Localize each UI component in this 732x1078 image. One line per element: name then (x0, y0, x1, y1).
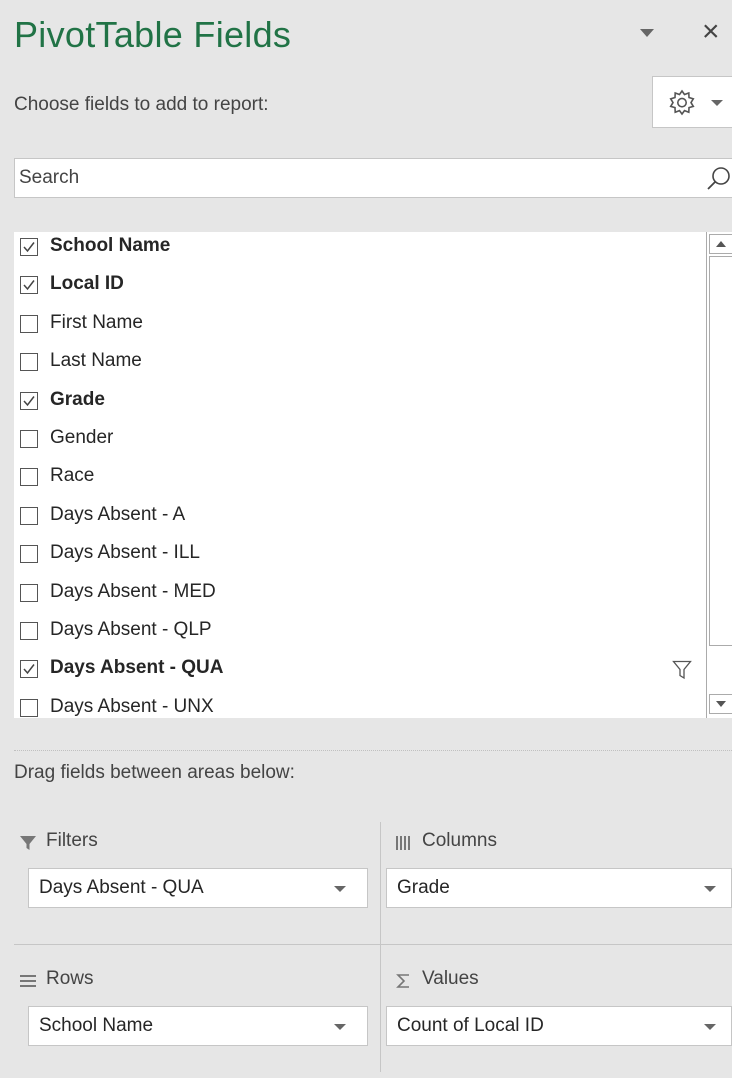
field-list-scrollbar[interactable] (706, 232, 732, 718)
drag-fields-label: Drag fields between areas below: (14, 762, 295, 783)
choose-fields-label: Choose fields to add to report: (14, 94, 269, 115)
rows-icon (20, 975, 36, 987)
field-checkbox[interactable] (20, 698, 38, 717)
field-label: Days Absent - QUA (50, 657, 224, 679)
rows-field-dropdown[interactable]: School Name (28, 1006, 368, 1046)
field-item[interactable]: Days Absent - A (14, 498, 704, 536)
field-checkbox[interactable] (20, 314, 38, 333)
values-label: Values (422, 968, 479, 989)
pivottable-fields-pane: PivotTable Fields × Choose fields to add… (0, 0, 732, 1078)
funnel-icon (20, 836, 36, 850)
field-label: School Name (50, 235, 171, 256)
field-item[interactable]: First Name (14, 306, 704, 344)
checkmark-icon (23, 664, 35, 675)
values-field-dropdown[interactable]: Count of Local ID (386, 1006, 732, 1046)
checkmark-icon (23, 242, 35, 253)
field-label: Days Absent - MED (50, 580, 216, 602)
field-label: First Name (50, 311, 143, 333)
scroll-down-icon (716, 701, 726, 707)
field-label: Days Absent - ILL (50, 542, 200, 564)
field-label: Race (50, 465, 95, 487)
area-vertical-splitter (380, 822, 381, 1072)
columns-field-dropdown[interactable]: Grade (386, 868, 732, 908)
gear-icon (669, 89, 695, 116)
section-divider (14, 750, 732, 751)
pane-title: PivotTable Fields (14, 14, 292, 55)
checkmark-icon (23, 280, 35, 291)
field-checkbox[interactable] (20, 660, 38, 679)
filters-field-dropdown[interactable]: Days Absent - QUA (28, 868, 368, 908)
field-item[interactable]: Days Absent - QLP (14, 613, 704, 651)
field-item[interactable]: Days Absent - QUA (14, 651, 704, 689)
scroll-up-button[interactable] (709, 234, 732, 254)
field-checkbox[interactable] (20, 506, 38, 525)
columns-area-header: Columns (394, 830, 724, 858)
rows-area-header: Rows (18, 968, 358, 996)
chevron-down-icon (704, 1024, 716, 1030)
field-checkbox[interactable] (20, 391, 38, 410)
field-checkbox[interactable] (20, 622, 38, 640)
rows-field-value: School Name (39, 1015, 154, 1036)
field-label: Days Absent - QLP (50, 619, 212, 640)
filter-icon[interactable] (672, 659, 692, 681)
field-label: Days Absent - A (50, 503, 186, 525)
field-label: Days Absent - UNX (50, 695, 214, 717)
field-checkbox[interactable] (20, 276, 38, 295)
area-horizontal-splitter (14, 944, 732, 945)
field-item[interactable]: Days Absent - UNX (14, 690, 704, 718)
task-pane-options-icon[interactable] (638, 26, 656, 40)
field-label: Last Name (50, 350, 142, 372)
field-checkbox[interactable] (20, 545, 38, 564)
scroll-down-button[interactable] (709, 694, 732, 714)
chevron-down-icon (334, 1024, 346, 1030)
field-item[interactable]: Last Name (14, 344, 704, 382)
columns-field-value: Grade (397, 877, 450, 898)
search-input[interactable] (19, 163, 699, 193)
field-label: Local ID (50, 273, 124, 295)
chevron-down-icon (334, 886, 346, 892)
filters-area-header: Filters (18, 830, 358, 858)
rows-label: Rows (46, 968, 94, 989)
field-search[interactable] (14, 158, 732, 198)
field-checkbox[interactable] (20, 238, 38, 256)
field-item[interactable]: Local ID (14, 267, 704, 305)
scroll-up-icon (716, 241, 726, 247)
field-item[interactable]: Days Absent - ILL (14, 536, 704, 574)
field-checkbox[interactable] (20, 430, 38, 448)
columns-label: Columns (422, 830, 497, 851)
field-label: Gender (50, 427, 114, 448)
field-label: Grade (50, 388, 105, 410)
field-item[interactable]: Race (14, 459, 704, 497)
values-field-value: Count of Local ID (397, 1015, 544, 1036)
close-icon[interactable]: × (702, 14, 720, 50)
field-checkbox[interactable] (20, 468, 38, 487)
field-checkbox[interactable] (20, 583, 38, 602)
field-item[interactable]: Grade (14, 383, 704, 421)
columns-icon (396, 836, 410, 850)
field-item[interactable]: School Name (14, 232, 704, 267)
scroll-thumb[interactable] (709, 256, 732, 646)
tools-button[interactable] (652, 76, 732, 128)
field-item[interactable]: Days Absent - MED (14, 575, 704, 613)
values-area-header: Values (394, 968, 724, 996)
chevron-down-icon (704, 886, 716, 892)
field-list: School Name Local ID First Name Last Name Gr… (14, 232, 732, 718)
checkmark-icon (23, 395, 35, 406)
field-checkbox[interactable] (20, 353, 38, 372)
sigma-icon (396, 974, 409, 988)
field-item[interactable]: Gender (14, 421, 704, 459)
search-icon[interactable] (705, 165, 732, 193)
filters-label: Filters (46, 830, 98, 851)
filters-field-value: Days Absent - QUA (39, 877, 204, 898)
chevron-down-icon (711, 100, 723, 106)
